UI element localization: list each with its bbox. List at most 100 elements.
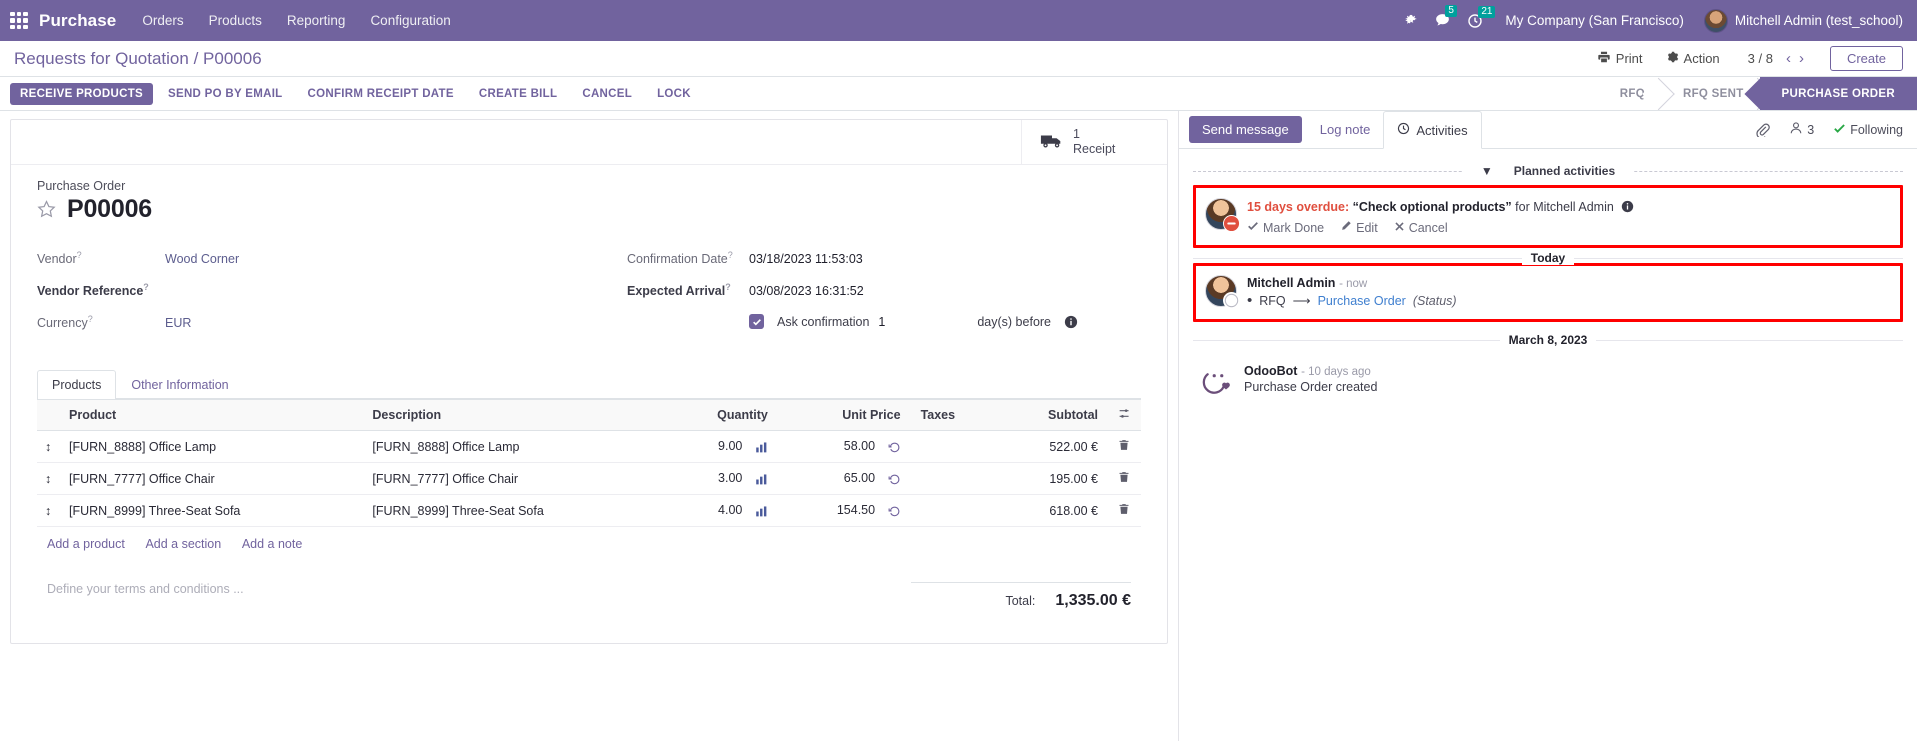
th-quantity[interactable]: Quantity <box>665 399 778 431</box>
history-icon[interactable] <box>888 473 901 486</box>
following-button[interactable]: Following <box>1833 122 1903 138</box>
user-menu[interactable]: Mitchell Admin (test_school) <box>1703 8 1903 33</box>
create-bill-button[interactable]: CREATE BILL <box>469 83 567 105</box>
row-subtotal: 195.00 € <box>996 462 1108 495</box>
th-unit-price[interactable]: Unit Price <box>777 399 911 431</box>
chevron-left-icon[interactable]: ‹ <box>1782 51 1795 66</box>
forecast-icon[interactable] <box>755 505 768 518</box>
add-a-product-link[interactable]: Add a product <box>47 537 125 551</box>
drag-handle-icon[interactable]: ↕ <box>37 462 59 495</box>
print-button[interactable]: Print <box>1597 50 1643 67</box>
menu-configuration[interactable]: Configuration <box>370 13 450 28</box>
status-rfq[interactable]: RFQ <box>1597 77 1661 110</box>
field-confirmation-date-value[interactable]: 03/18/2023 11:53:03 <box>749 252 863 266</box>
row-description[interactable]: [FURN_8888] Office Lamp <box>362 430 666 463</box>
tab-products[interactable]: Products <box>37 370 117 399</box>
drag-handle-icon[interactable]: ↕ <box>37 494 59 527</box>
table-row[interactable]: ↕ [FURN_8999] Three-Seat Sofa [FURN_8999… <box>37 494 1141 527</box>
trash-icon[interactable] <box>1108 462 1141 495</box>
row-quantity-cell[interactable]: 4.00 <box>665 494 778 527</box>
row-quantity-cell[interactable]: 3.00 <box>665 462 778 495</box>
planned-activities-divider[interactable]: ▼ Planned activities <box>1193 163 1903 179</box>
edit-activity-button[interactable]: Edit <box>1340 220 1378 235</box>
followers-button[interactable]: 3 <box>1789 121 1814 138</box>
mark-done-button[interactable]: Mark Done <box>1247 220 1324 235</box>
column-options-icon[interactable] <box>1108 399 1141 431</box>
drag-handle-icon[interactable]: ↕ <box>37 430 59 463</box>
forecast-icon[interactable] <box>755 441 768 454</box>
terms-input[interactable]: Define your terms and conditions ... <box>47 582 911 610</box>
activities-button[interactable]: Activities <box>1383 111 1482 149</box>
star-icon[interactable] <box>37 200 56 219</box>
trash-icon[interactable] <box>1108 494 1141 527</box>
history-icon[interactable] <box>888 441 901 454</box>
form-left-column: Vendor? Wood Corner Vendor Reference? Cu… <box>37 250 589 346</box>
breadcrumb-parent[interactable]: Requests for Quotation <box>14 49 189 68</box>
th-product[interactable]: Product <box>59 399 363 431</box>
bug-icon[interactable] <box>1404 14 1418 28</box>
row-product[interactable]: [FURN_7777] Office Chair <box>59 462 363 495</box>
th-description[interactable]: Description <box>362 399 666 431</box>
th-subtotal[interactable]: Subtotal <box>996 399 1108 431</box>
app-brand-purchase[interactable]: Purchase <box>39 11 116 31</box>
messages-icon[interactable]: 5 <box>1434 5 1457 29</box>
activities-clock-icon[interactable]: 21 <box>1467 5 1496 29</box>
tracking-to-value[interactable]: Purchase Order <box>1318 294 1406 308</box>
ask-confirmation-checkbox[interactable] <box>749 314 764 329</box>
row-unit-price-cell[interactable]: 58.00 <box>777 430 911 463</box>
odoobot-avatar <box>1202 363 1234 395</box>
status-purchase-order[interactable]: PURCHASE ORDER <box>1759 77 1917 110</box>
apps-grid-icon[interactable] <box>10 11 28 30</box>
row-description[interactable]: [FURN_8999] Three-Seat Sofa <box>362 494 666 527</box>
notebook-tabs: Products Other Information <box>37 370 1141 399</box>
menu-orders[interactable]: Orders <box>142 13 183 28</box>
table-row[interactable]: ↕ [FURN_7777] Office Chair [FURN_7777] O… <box>37 462 1141 495</box>
paperclip-icon[interactable] <box>1755 122 1771 137</box>
ask-confirmation-days[interactable]: 1 <box>878 315 885 329</box>
row-product[interactable]: [FURN_8888] Office Lamp <box>59 430 363 463</box>
clock-icon <box>1397 122 1410 138</box>
smart-button-bar: 1 Receipt <box>11 120 1167 165</box>
row-unit-price-cell[interactable]: 154.50 <box>777 494 911 527</box>
receipt-smart-button[interactable]: 1 Receipt <box>1021 120 1167 164</box>
form-right-column: Confirmation Date? 03/18/2023 11:53:03 E… <box>589 250 1141 346</box>
trash-icon[interactable] <box>1108 430 1141 463</box>
caret-down-icon[interactable]: ▼ <box>1471 164 1502 178</box>
add-a-note-link[interactable]: Add a note <box>242 537 302 551</box>
info-icon[interactable] <box>1621 200 1634 213</box>
row-taxes[interactable] <box>910 430 997 463</box>
row-product[interactable]: [FURN_8999] Three-Seat Sofa <box>59 494 363 527</box>
field-currency-value[interactable]: EUR <box>165 316 191 330</box>
row-unit-price-cell[interactable]: 65.00 <box>777 462 911 495</box>
table-row[interactable]: ↕ [FURN_8888] Office Lamp [FURN_8888] Of… <box>37 430 1141 463</box>
cancel-button[interactable]: CANCEL <box>572 83 642 105</box>
action-button[interactable]: Action <box>1665 50 1720 67</box>
tab-other-information[interactable]: Other Information <box>116 370 243 399</box>
activity-overdue-label: 15 days overdue: <box>1247 200 1350 214</box>
forecast-icon[interactable] <box>755 473 768 486</box>
add-a-section-link[interactable]: Add a section <box>145 537 221 551</box>
cancel-activity-button[interactable]: Cancel <box>1394 221 1448 235</box>
send-message-button[interactable]: Send message <box>1189 116 1302 143</box>
row-description[interactable]: [FURN_7777] Office Chair <box>362 462 666 495</box>
confirm-receipt-date-button[interactable]: CONFIRM RECEIPT DATE <box>298 83 464 105</box>
receive-products-button[interactable]: RECEIVE PRODUCTS <box>10 82 154 105</box>
field-expected-arrival-value[interactable]: 03/08/2023 16:31:52 <box>749 284 864 298</box>
row-taxes[interactable] <box>910 494 997 527</box>
field-vendor-value[interactable]: Wood Corner <box>165 252 239 266</box>
menu-reporting[interactable]: Reporting <box>287 13 346 28</box>
lock-button[interactable]: LOCK <box>647 83 701 105</box>
log-note-button[interactable]: Log note <box>1307 111 1384 148</box>
field-vendor: Vendor? Wood Corner <box>37 250 589 274</box>
th-taxes[interactable]: Taxes <box>910 399 997 431</box>
info-icon[interactable] <box>1064 315 1078 329</box>
send-po-by-email-button[interactable]: SEND PO BY EMAIL <box>158 83 293 105</box>
row-taxes[interactable] <box>910 462 997 495</box>
row-quantity-cell[interactable]: 9.00 <box>665 430 778 463</box>
menu-products[interactable]: Products <box>209 13 262 28</box>
create-button[interactable]: Create <box>1829 46 1903 71</box>
company-switcher[interactable]: My Company (San Francisco) <box>1505 13 1684 28</box>
message-tracking-row: • RFQ ⟶ Purchase Order (Status) <box>1247 293 1890 308</box>
chevron-right-icon[interactable]: › <box>1795 51 1808 66</box>
history-icon[interactable] <box>888 505 901 518</box>
